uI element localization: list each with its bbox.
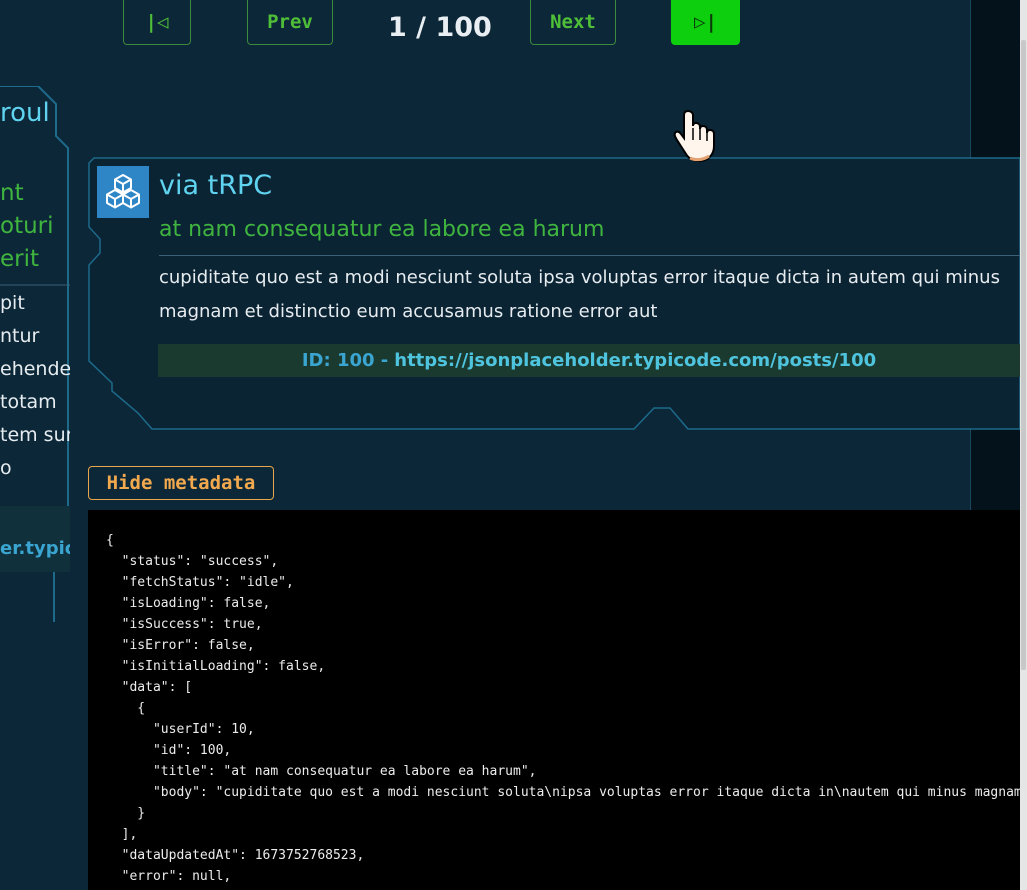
post-body: cupiditate quo est a modi nesciunt solut…	[159, 267, 1000, 322]
previous-card-title-line: nt	[0, 180, 24, 206]
previous-post-card: roul nt oturi erit pit ntur ehenderi tot…	[0, 86, 70, 622]
next-page-button[interactable]: Next	[530, 0, 616, 45]
previous-card-title-line: oturi	[0, 213, 54, 239]
hide-metadata-button[interactable]: Hide metadata	[88, 466, 274, 500]
previous-card-body-line: totam	[0, 391, 57, 413]
previous-card-body-line: ehenderi	[0, 358, 70, 380]
first-page-button[interactable]: |◁	[123, 0, 191, 45]
page-indicator: 1 / 100	[388, 12, 492, 43]
previous-card-body-line: o	[0, 457, 12, 479]
previous-card-label: roul	[0, 98, 50, 128]
post-meta-bar: ID: 100 - https://jsonplaceholder.typico…	[158, 344, 1020, 377]
post-card: via tRPC at nam consequatur ea labore ea…	[88, 157, 1020, 431]
last-page-button[interactable]: ▷|	[671, 0, 740, 45]
cubes-icon	[97, 166, 149, 218]
page-scrollbar-thumb[interactable]	[1021, 40, 1026, 670]
previous-card-link[interactable]: er.typico	[0, 538, 70, 559]
previous-card-body-line: tem sur	[0, 424, 70, 446]
metadata-json-view: { "status": "success", "fetchStatus": "i…	[88, 510, 1020, 890]
prev-page-button[interactable]: Prev	[247, 0, 333, 45]
post-source-label: via tRPC	[159, 170, 273, 201]
previous-card-title-line: erit	[0, 246, 40, 272]
hand-pointer-icon	[673, 109, 715, 163]
post-url-link[interactable]: https://jsonplaceholder.typicode.com/pos…	[394, 350, 876, 371]
previous-card-body-line: pit	[0, 292, 25, 314]
post-id: ID: 100 -	[301, 350, 389, 371]
previous-card-body-line: ntur	[0, 325, 40, 347]
post-title: at nam consequatur ea labore ea harum	[159, 217, 605, 242]
post-divider	[159, 255, 1020, 256]
